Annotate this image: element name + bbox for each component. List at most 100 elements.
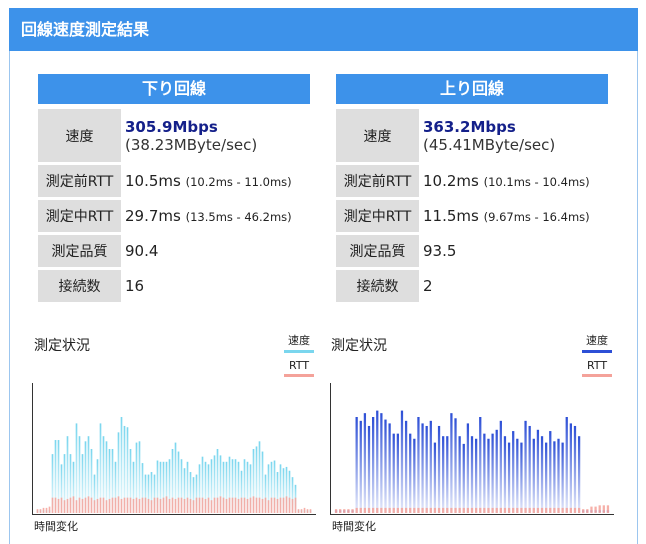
legend-speed-swatch — [582, 350, 612, 353]
rtt-bar — [380, 507, 383, 513]
rtt-bar — [249, 497, 252, 513]
speed-bar — [520, 442, 523, 513]
rtt-bar — [303, 507, 306, 513]
rtt-bar — [78, 497, 81, 513]
rtt-bar — [454, 507, 457, 513]
download-speed-bytes: (38.23MByte/sec) — [125, 135, 258, 154]
rtt-bar — [258, 497, 261, 513]
rtt-bar — [144, 497, 147, 513]
rtt-bar — [165, 496, 168, 513]
rtt-bar — [90, 497, 93, 513]
speed-bar — [487, 438, 490, 513]
speed-bar — [536, 429, 540, 513]
table-row: 速度 363.2Mbps (45.41MByte/sec) — [336, 109, 590, 162]
rtt-bar — [586, 509, 589, 513]
rtt-bar — [334, 509, 338, 513]
rtt-bar — [63, 500, 66, 513]
download-graph-title: 測定状況 — [34, 338, 90, 354]
rtt-bar — [111, 497, 114, 513]
rtt-bar — [180, 497, 183, 513]
rtt-bar — [557, 507, 560, 513]
rtt-bar — [450, 507, 453, 513]
rtt-bar — [532, 507, 535, 513]
rtt-bar — [359, 507, 362, 513]
rtt-bar — [51, 497, 54, 513]
rtt-bar — [39, 509, 42, 513]
rtt-bar — [267, 500, 270, 513]
speed-bar — [573, 425, 577, 513]
rtt-bar — [466, 507, 470, 513]
speed-bar — [470, 436, 474, 513]
speed-label: 速度 — [336, 109, 419, 162]
rtt-bar — [186, 497, 189, 513]
speed-bar — [553, 441, 556, 513]
rtt-bar — [582, 509, 585, 513]
speed-bar — [507, 442, 511, 513]
rtt-bar — [270, 497, 273, 513]
rtt-bar — [42, 507, 45, 513]
legend-rtt-swatch — [284, 374, 314, 377]
header-title: 回線速度測定結果 — [21, 20, 150, 39]
legend-rtt-swatch — [582, 374, 612, 377]
rtt-bar — [54, 497, 57, 513]
rtt-bar — [231, 497, 234, 513]
download-chart — [32, 383, 316, 515]
speed-bar — [483, 433, 486, 513]
upload-connections: 2 — [423, 277, 433, 295]
rtt-bar — [264, 497, 267, 513]
speed-bar — [404, 420, 408, 513]
upload-quality: 93.5 — [423, 242, 457, 260]
rtt-bar — [108, 498, 111, 513]
speed-bar — [442, 436, 445, 513]
upload-speed-bytes: (45.41MByte/sec) — [423, 135, 556, 154]
rtt-bar — [300, 509, 303, 513]
rtt-bar — [183, 498, 186, 513]
rtt-bar — [219, 496, 222, 513]
rtt-bar — [105, 500, 108, 513]
rtt-bar — [590, 506, 593, 513]
upload-chart — [330, 383, 614, 515]
rtt-bar — [45, 507, 48, 513]
connections-label: 接続数 — [336, 270, 419, 302]
speed-bar — [549, 431, 552, 513]
speed-bar — [75, 423, 78, 513]
speed-bar — [479, 417, 482, 513]
rtt-bar — [404, 507, 408, 513]
rtt-during-label: 測定中RTT — [38, 200, 121, 232]
speed-bar — [454, 418, 457, 513]
rtt-bar — [192, 500, 195, 513]
rtt-bar — [225, 498, 228, 513]
rtt-bar — [168, 498, 171, 513]
rtt-bar — [201, 497, 204, 513]
speed-label: 速度 — [38, 109, 121, 162]
rtt-bar — [204, 498, 207, 513]
rtt-bar — [246, 498, 249, 513]
speed-bar — [437, 425, 441, 513]
speed-bar — [503, 436, 507, 513]
rtt-bar — [276, 498, 279, 513]
rtt-bar — [177, 497, 180, 513]
speed-bar — [474, 438, 478, 513]
rtt-bar — [565, 507, 568, 513]
rtt-bar — [237, 498, 240, 513]
legend-rtt-label: RTT — [288, 359, 310, 372]
rtt-bar — [355, 507, 358, 513]
rtt-bar — [174, 498, 177, 513]
rtt-bar — [48, 506, 51, 513]
rtt-bar — [189, 498, 192, 513]
rtt-bar — [569, 507, 572, 513]
quality-label: 測定品質 — [336, 235, 419, 267]
speed-bar — [565, 417, 568, 513]
rtt-bar — [577, 507, 581, 513]
rtt-bar — [126, 497, 129, 513]
rtt-bar — [524, 507, 527, 513]
rtt-bar — [458, 507, 461, 513]
speed-bar — [462, 443, 465, 513]
rtt-bar — [507, 507, 511, 513]
rtt-bar — [285, 496, 288, 513]
download-rtt-during-range: (13.5ms - 46.2ms) — [185, 210, 292, 224]
results-header: 回線速度測定結果 — [9, 8, 638, 51]
speed-bar — [433, 442, 437, 513]
rtt-bar — [503, 507, 507, 513]
upload-speed: 363.2Mbps — [423, 117, 516, 136]
